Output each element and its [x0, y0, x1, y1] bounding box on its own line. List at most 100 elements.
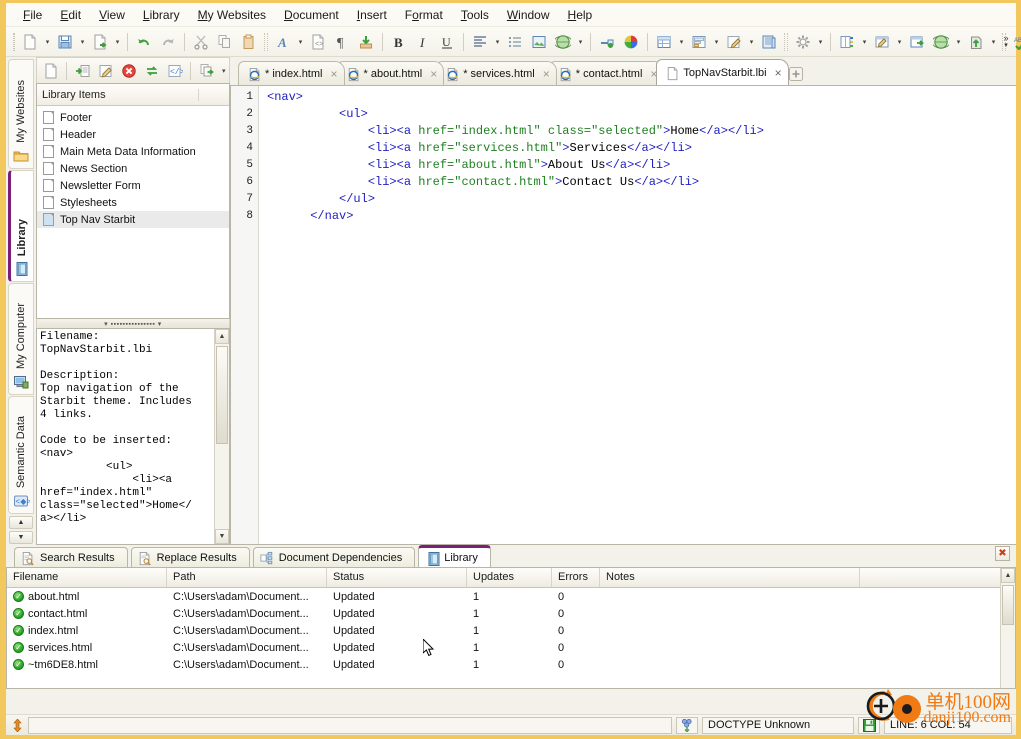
side-tab-my-websites[interactable]: My Websites [8, 59, 34, 169]
chevron-down-icon[interactable]: ▾ [112, 31, 123, 53]
grid-column-header[interactable]: Errors [552, 568, 600, 587]
scroll-down-icon[interactable]: ▼ [215, 529, 229, 544]
font-button[interactable]: A [272, 31, 294, 53]
chevron-down-icon[interactable]: ▾ [218, 60, 229, 82]
chevron-down-icon[interactable]: ▾ [953, 31, 964, 53]
menu-item-help[interactable]: Help [559, 5, 602, 25]
undo-button[interactable] [133, 31, 155, 53]
chevron-down-icon[interactable]: ▾ [859, 31, 870, 53]
grid-column-header[interactable]: Updates [467, 568, 552, 587]
close-tab-icon[interactable]: × [775, 67, 782, 79]
library-item[interactable]: News Section [37, 160, 229, 177]
insert-table-button[interactable] [653, 31, 675, 53]
menu-item-format[interactable]: Format [396, 5, 452, 25]
grid-scrollbar[interactable]: ▲ [1000, 568, 1015, 688]
settings-button[interactable] [792, 31, 814, 53]
code-content[interactable]: <nav> <ul> <li><a href="index.html" clas… [259, 86, 1016, 544]
chevron-down-icon[interactable]: ▾ [77, 31, 88, 53]
paragraph-mark-button[interactable]: ¶ [331, 31, 353, 53]
menu-item-document[interactable]: Document [275, 5, 348, 25]
cut-button[interactable] [190, 31, 212, 53]
grid-column-header[interactable]: Path [167, 568, 327, 587]
chevron-down-icon[interactable]: ▾ [42, 31, 53, 53]
insert-download-button[interactable] [355, 31, 377, 53]
rail-scroll-up-button[interactable]: ▲ [9, 516, 33, 529]
library-item[interactable]: Footer [37, 109, 229, 126]
library-item[interactable]: Top Nav Starbit [37, 211, 229, 228]
scrollbar-thumb[interactable] [216, 346, 228, 444]
library-usage-grid[interactable]: Filename Path Status Updates Errors Notes ✓ ab… [6, 567, 1016, 689]
encoding-icon[interactable] [676, 716, 698, 734]
chevron-down-icon[interactable]: ▾ [815, 31, 826, 53]
underline-button[interactable]: U [436, 31, 458, 53]
chevron-down-icon[interactable]: ▾ [894, 31, 905, 53]
table-row[interactable]: ✓ contact.html C:\Users\adam\Document... Up… [7, 605, 1015, 622]
document-tab-services.html[interactable]: * services.html × [436, 61, 557, 85]
code-preview-button[interactable]: <> [307, 31, 329, 53]
chevron-down-icon[interactable]: ▾ [492, 31, 503, 53]
preview-browser-button[interactable] [930, 31, 952, 53]
close-tab-icon[interactable]: × [543, 68, 550, 80]
chevron-down-icon[interactable]: ▾ [575, 31, 586, 53]
layers-button[interactable] [758, 31, 780, 53]
code-editor[interactable]: 1 2 3 4 5 6 7 8 <nav> <ul> <li><a href="index.h… [230, 85, 1016, 545]
table-row[interactable]: ✓ index.html C:\Users\adam\Document... Upda… [7, 622, 1015, 639]
menu-item-edit[interactable]: Edit [51, 5, 90, 25]
document-tab-contact.html[interactable]: * contact.html × [548, 61, 665, 85]
view-code-button[interactable]: </> [164, 60, 185, 82]
grid-column-header[interactable]: Filename [7, 568, 167, 587]
side-tab-my-computer[interactable]: My Computer [8, 283, 34, 395]
chevron-down-icon[interactable]: ▾ [295, 31, 306, 53]
side-tab-library[interactable]: Library [8, 170, 34, 282]
color-picker-button[interactable] [620, 31, 642, 53]
table-row[interactable]: ✓ ~tm6DE8.html C:\Users\adam\Document... Up… [7, 656, 1015, 673]
delete-library-item-button[interactable] [118, 60, 139, 82]
menu-item-library[interactable]: Library [134, 5, 189, 25]
rail-scroll-down-button[interactable]: ▼ [9, 531, 33, 544]
edit-library-item-button[interactable] [95, 60, 116, 82]
insert-media-button[interactable] [552, 31, 574, 53]
chevron-down-icon[interactable]: ▾ [746, 31, 757, 53]
document-tab-about.html[interactable]: * about.html × [336, 61, 445, 85]
library-item[interactable]: Newsletter Form [37, 177, 229, 194]
table-row[interactable]: ✓ services.html C:\Users\adam\Document... U… [7, 639, 1015, 656]
menu-item-my-websites[interactable]: My Websites [189, 5, 275, 25]
upload-button[interactable] [965, 31, 987, 53]
bold-button[interactable]: B [388, 31, 410, 53]
results-tab-search-results[interactable]: Search Results [14, 547, 128, 567]
publish-button[interactable] [89, 31, 111, 53]
new-library-item-button[interactable] [40, 60, 61, 82]
toolbar-grip[interactable] [264, 32, 268, 51]
insert-hyperlink-button[interactable] [596, 31, 618, 53]
insert-library-item-button[interactable] [72, 60, 93, 82]
table-row[interactable]: ✓ about.html C:\Users\adam\Document... Upda… [7, 588, 1015, 605]
italic-button[interactable]: I [412, 31, 434, 53]
results-tab-replace-results[interactable]: Replace Results [130, 547, 250, 567]
grid-scroll-up-icon[interactable]: ▲ [1001, 568, 1015, 583]
edit-style-button[interactable] [723, 31, 745, 53]
close-panel-button[interactable]: ✖ [995, 546, 1010, 561]
document-tab-topnavstarbit.lbi[interactable]: TopNavStarbit.lbi × [656, 59, 789, 85]
scroll-up-icon[interactable]: ▲ [215, 329, 229, 344]
menu-item-tools[interactable]: Tools [452, 5, 498, 25]
close-tab-icon[interactable]: × [330, 68, 337, 80]
save-state-icon[interactable] [858, 716, 880, 734]
align-button[interactable] [469, 31, 491, 53]
filmstrip-button[interactable] [836, 31, 858, 53]
chevron-down-icon[interactable]: ▾ [676, 31, 687, 53]
library-panel-splitter[interactable]: ▾ ▪▪▪▪▪▪▪▪▪▪▪▪▪▪▪ ▾ [36, 319, 230, 328]
copy-button[interactable] [214, 31, 236, 53]
library-item[interactable]: Header [37, 126, 229, 143]
status-expand-icon[interactable] [8, 718, 26, 732]
toolbar-grip[interactable] [13, 32, 15, 51]
library-items-list[interactable]: Library Items Footer Header Main Meta Data… [36, 83, 230, 319]
save-button[interactable] [54, 31, 76, 53]
menu-item-window[interactable]: Window [498, 5, 559, 25]
library-item[interactable]: Main Meta Data Information [37, 143, 229, 160]
menu-item-view[interactable]: View [90, 5, 134, 25]
grid-scrollbar-thumb[interactable] [1002, 585, 1014, 625]
results-tab-library[interactable]: Library [418, 545, 491, 567]
close-tab-icon[interactable]: × [430, 68, 437, 80]
menu-item-file[interactable]: File [14, 5, 51, 25]
grid-column-header[interactable]: Notes [600, 568, 860, 587]
